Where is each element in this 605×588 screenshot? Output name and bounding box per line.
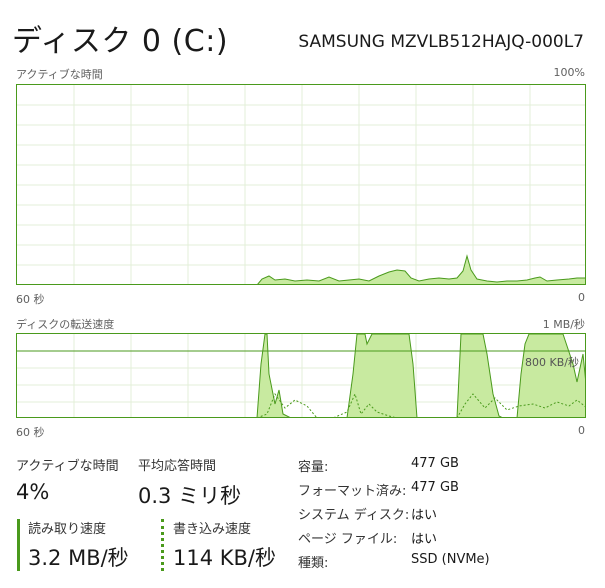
write-speed-value: 114 KB/秒 — [173, 546, 277, 570]
active-time-max-label: 100% — [553, 66, 585, 79]
active-time-grid — [17, 85, 585, 284]
active-time-graph-label: アクティブな時間 — [16, 68, 103, 81]
read-legend-marker — [17, 519, 20, 571]
active-time-stat-label: アクティブな時間 — [16, 459, 119, 474]
property-value: はい — [411, 508, 438, 523]
transfer-right-label: 0 — [578, 424, 585, 437]
active-time-graph-svg — [17, 85, 585, 284]
active-time-left-label: 60 秒 — [16, 293, 45, 306]
write-legend-marker — [161, 519, 164, 571]
transfer-rate-graph: 800 KB/秒 — [16, 333, 586, 418]
property-label: フォーマット済み: — [298, 484, 407, 499]
active-time-right-label: 0 — [578, 291, 585, 304]
transfer-grid — [17, 334, 585, 417]
transfer-graph-label: ディスクの転送速度 — [16, 318, 115, 331]
read-speed-label: 読み取り速度 — [28, 522, 107, 537]
disk-title: ディスク 0 (C:) — [12, 24, 229, 59]
property-label: 容量: — [298, 460, 329, 475]
property-label: ページ ファイル: — [298, 532, 398, 547]
property-value: はい — [411, 532, 438, 547]
transfer-rate-graph-svg — [17, 334, 585, 417]
response-time-stat-value: 0.3 ミリ秒 — [138, 484, 242, 508]
transfer-reference-label: 800 KB/秒 — [525, 356, 579, 369]
response-time-stat-label: 平均応答時間 — [138, 459, 217, 474]
read-speed-value: 3.2 MB/秒 — [28, 546, 129, 570]
property-value: SSD (NVMe) — [411, 552, 490, 567]
property-value: 477 GB — [411, 456, 459, 471]
property-value: 477 GB — [411, 480, 459, 495]
active-time-graph — [16, 84, 586, 285]
property-label: 種類: — [298, 556, 329, 571]
transfer-left-label: 60 秒 — [16, 426, 45, 439]
active-time-stat-value: 4% — [16, 480, 50, 504]
transfer-max-label: 1 MB/秒 — [542, 318, 585, 331]
write-speed-label: 書き込み速度 — [173, 522, 252, 537]
disk-model: SAMSUNG MZVLB512HAJQ-000L7 — [298, 32, 584, 52]
property-label: システム ディスク: — [298, 508, 410, 523]
